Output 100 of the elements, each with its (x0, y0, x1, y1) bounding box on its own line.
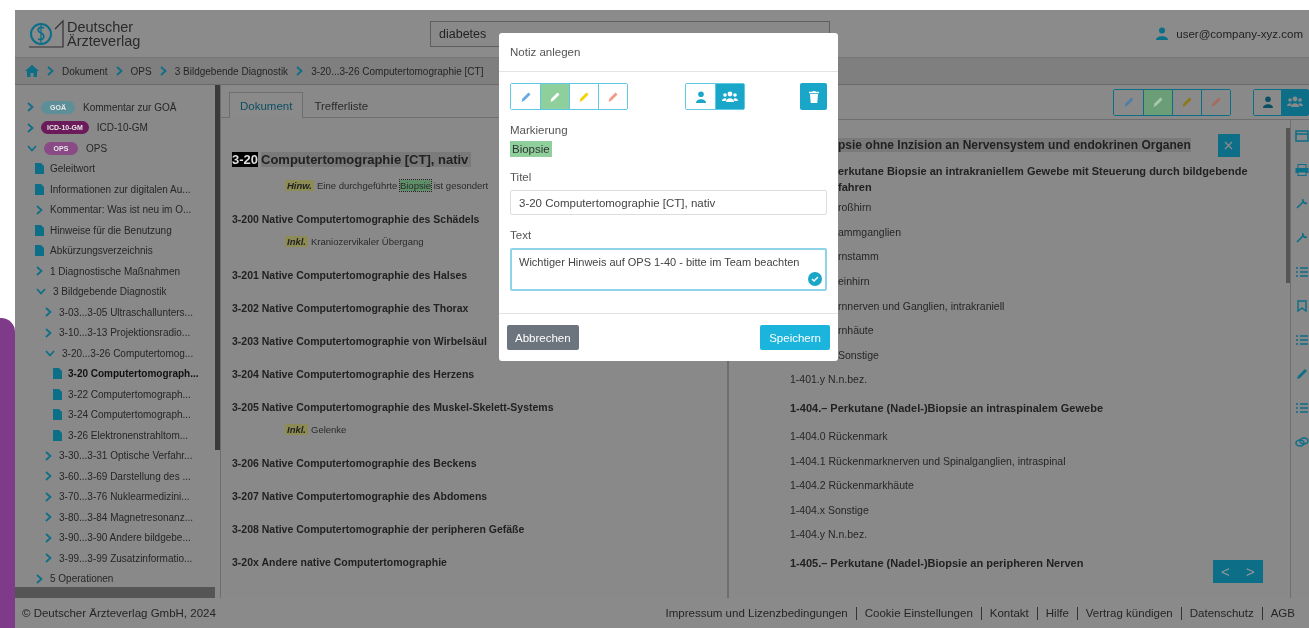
code-entry[interactable]: 3-200 Native Computertomographie des Schädels (232, 212, 480, 225)
code-entry[interactable]: 3-202 Native Computertomographie des Thorax (232, 301, 469, 314)
footer-link[interactable]: Datenschutz (1180, 606, 1262, 620)
chevron-right-icon[interactable] (45, 532, 52, 543)
chevron-down-icon[interactable] (36, 288, 46, 296)
printer-icon[interactable] (1295, 164, 1309, 176)
code-entry[interactable]: 1-404.– Perkutane (Nadel-)Biopsie an intraspinalem Gewebe (790, 401, 1103, 414)
close-button[interactable] (1217, 133, 1240, 157)
code-entry[interactable]: 1-404.0 Rückenmark (790, 430, 888, 443)
code-entry[interactable]: einhirn (838, 275, 870, 288)
chevron-right-icon[interactable] (45, 450, 52, 461)
chevron-down-icon[interactable] (45, 349, 55, 357)
code-entry[interactable]: 1-404.2 Rückenmarkhäute (790, 479, 914, 492)
chevron-down-icon[interactable] (27, 144, 37, 152)
group-button[interactable] (1281, 89, 1308, 115)
tree-item[interactable]: 1 Diagnostische Maßnahmen (50, 265, 181, 277)
list-icon[interactable] (1295, 402, 1309, 414)
footer-link[interactable]: Cookie Einstellungen (855, 606, 981, 620)
breadcrumb-link[interactable]: 3-20...3-26 Computertomographie [CT] (311, 65, 484, 77)
window-icon[interactable] (1295, 130, 1309, 142)
tab[interactable]: Dokument (229, 92, 304, 118)
breadcrumb-link[interactable]: OPS (130, 65, 152, 77)
scrollbar[interactable] (1286, 128, 1290, 283)
tree-item[interactable]: 3-80...3-84 Magnetresonanz... (59, 511, 193, 523)
text-area[interactable]: Wichtiger Hinweis auf OPS 1-40 - bitte im Team beachten (510, 248, 827, 291)
bookmark-icon[interactable] (1295, 300, 1309, 312)
footer-link[interactable]: Hilfe (1036, 606, 1077, 620)
code-entry[interactable]: erkutane Biopsie an intrakraniellem Gewebe mit Steuerung durch bildgebende (838, 165, 1248, 177)
footer-link[interactable]: Kontakt (980, 606, 1037, 620)
code-entry[interactable]: 1-404.y N.n.bez. (790, 528, 868, 541)
tab[interactable]: Trefferliste (303, 92, 380, 118)
chevron-right-icon[interactable] (36, 573, 43, 584)
code-entry[interactable]: Sonstige (838, 348, 879, 361)
tree-item[interactable]: 3-70...3-76 Nuklearmedizini... (59, 491, 190, 503)
list-icon[interactable] (1295, 334, 1309, 346)
tree-item[interactable]: Geleitwort (50, 163, 95, 175)
list-icon[interactable] (1295, 266, 1309, 278)
tree-item[interactable]: 3-99...3-99 Zusatzinformatio... (59, 552, 193, 564)
code-entry[interactable]: 3-201 Native Computertomographie des Halses (232, 268, 468, 281)
chevron-right-icon[interactable] (27, 122, 34, 133)
link-icon[interactable] (1295, 436, 1309, 448)
tree-item[interactable]: Kommentar: Was ist neu im O... (50, 204, 192, 216)
code-entry[interactable]: 1-405.– Perkutane (Nadel-)Biopsie an peripheren Nerven (790, 556, 1084, 569)
chevron-right-icon[interactable] (45, 471, 52, 482)
highlighter-button[interactable] (540, 84, 569, 109)
tree-item[interactable]: 3-90...3-90 Andere bildgebe... (59, 532, 191, 544)
highlighter-button[interactable] (1201, 89, 1230, 115)
user-email[interactable]: user@company-xyz.com (1176, 27, 1303, 40)
tree-item[interactable]: Informationen zur digitalen Au... (50, 183, 191, 195)
code-entry[interactable]: rnhäute (838, 324, 874, 337)
tree-item[interactable]: 3-30...3-31 Optische Verfahr... (59, 450, 193, 462)
tree-item[interactable]: 3 Bildgebende Diagnostik (53, 286, 167, 298)
highlighter-button[interactable] (598, 84, 627, 109)
chevron-right-icon[interactable] (36, 204, 43, 215)
footer-link[interactable]: Vertrag kündigen (1076, 606, 1181, 620)
code-entry[interactable]: 1-401.y N.n.bez. (790, 373, 868, 386)
group-button[interactable] (715, 84, 744, 109)
tree-item[interactable]: Hinweise für die Benutzung (50, 224, 172, 236)
title-field[interactable]: 3-20 Computertomographie [CT], nativ (510, 190, 827, 215)
highlighter-button[interactable] (1143, 89, 1172, 115)
tree-item[interactable]: ICD-10-GM (96, 122, 148, 134)
chevron-right-icon[interactable] (45, 491, 52, 502)
tree-item[interactable]: 3-60...3-69 Darstellung des ... (59, 470, 191, 482)
tree-item[interactable]: 3-03...3-05 Ultraschallunters... (59, 306, 193, 318)
breadcrumb-link[interactable]: Dokument (62, 65, 108, 77)
chevron-right-icon[interactable] (45, 512, 52, 523)
chevron-right-icon[interactable] (45, 327, 52, 338)
code-entry[interactable]: ammganglien (838, 225, 902, 238)
tree-item[interactable]: 3-24 Computertomograph... (68, 409, 191, 421)
tree-item[interactable]: 3-20...3-26 Computertomog... (62, 347, 194, 359)
footer-link[interactable]: AGB (1261, 606, 1303, 620)
tree-item[interactable]: Abkürzungsverzeichnis (50, 245, 153, 257)
home-icon[interactable] (25, 65, 39, 77)
code-entry[interactable]: 3-206 Native Computertomographie des Beckens (232, 456, 477, 469)
code-entry[interactable]: rnnerven und Ganglien, intrakraniell (838, 299, 1005, 312)
breadcrumb-link[interactable]: 3 Bildgebende Diagnostik (174, 65, 289, 77)
code-entry[interactable]: 3-208 Native Computertomographie der peripheren Gefäße (232, 522, 525, 535)
code-entry[interactable]: roßhirn (838, 201, 872, 214)
code-entry[interactable]: 3-207 Native Computertomographie des Abdomens (232, 489, 488, 502)
save-button[interactable]: Speichern (760, 325, 830, 350)
pen-icon[interactable] (1295, 368, 1309, 380)
chevron-right-icon[interactable] (45, 307, 52, 318)
footer-link[interactable]: Impressum und Lizenzbedingungen (657, 606, 856, 620)
code-entry[interactable]: 3-205 Native Computertomographie des Muskel-Skelett-Systems (232, 400, 554, 413)
tree-item[interactable]: 3-26 Elektronenstrahltom... (68, 429, 189, 441)
tree-item[interactable]: 3-10...3-13 Projektionsradio... (59, 327, 191, 339)
tree-item[interactable]: OPS (86, 142, 108, 154)
tree-item[interactable]: 3-20 Computertomograph... (68, 368, 199, 380)
code-entry[interactable]: 3-204 Native Computertomographie des Herzens (232, 367, 475, 380)
chevron-right-icon[interactable] (45, 553, 52, 564)
tree-item[interactable]: 3-22 Computertomograph... (68, 388, 191, 400)
code-entry[interactable]: 3-203 Native Computertomographie von Wirbelsäul (232, 334, 487, 347)
code-entry[interactable]: fahren (838, 181, 872, 193)
scrollbar[interactable] (15, 587, 215, 598)
tool-icon[interactable] (1295, 198, 1309, 210)
scrollbar[interactable] (215, 85, 220, 450)
code-entry[interactable]: rnstamm (838, 250, 879, 263)
code-entry[interactable]: 1-404.x Sonstige (790, 503, 869, 516)
tree-item[interactable]: 5 Operationen (50, 573, 114, 585)
chevron-right-icon[interactable] (27, 102, 34, 113)
